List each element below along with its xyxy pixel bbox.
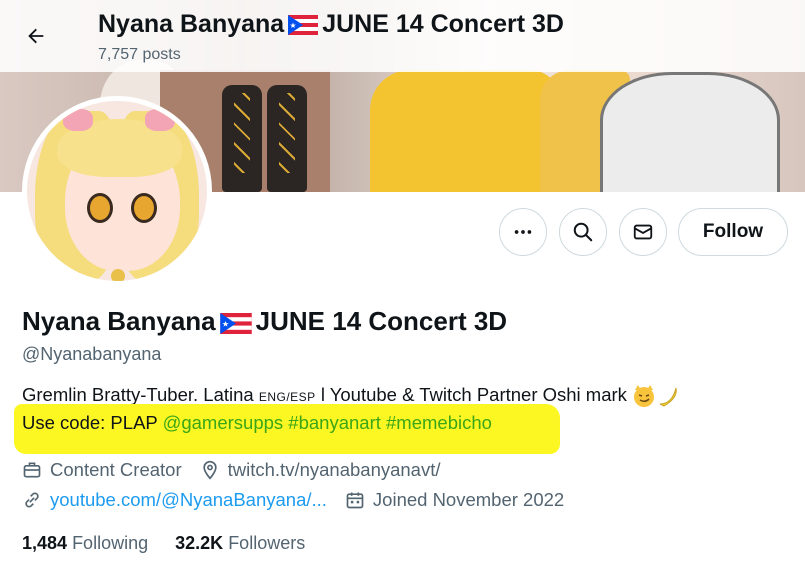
category-item: Content Creator (22, 459, 182, 481)
back-button[interactable] (18, 18, 54, 54)
briefcase-icon (23, 462, 41, 478)
arrow-left-icon (28, 28, 44, 44)
avatar-bow (145, 109, 175, 131)
profile-name: Nyana Banyana JUNE 14 Concert 3D (22, 306, 507, 337)
mention-link[interactable]: @gamersupps (163, 412, 284, 433)
bio-text: Gremlin Bratty-Tuber. Latina (22, 384, 259, 405)
location-label: twitch.tv/nyanabanyanavt/ (227, 459, 441, 480)
profile-handle: @Nyanabanyana (22, 344, 162, 364)
following-label: Following (72, 533, 149, 553)
banana-emoji-icon (659, 387, 677, 407)
avatar-bow (63, 109, 93, 131)
following-stat[interactable]: 1,484 Following (22, 533, 148, 553)
more-horizontal-icon (514, 230, 532, 234)
followers-count: 32.2K (175, 533, 224, 553)
banner-hoodie (370, 70, 560, 192)
bio-text: l Youtube & Twitch Partner Oshi mark (315, 384, 633, 405)
post-count: 7,757 posts (98, 46, 181, 63)
category-label: Content Creator (50, 459, 182, 480)
mail-icon (633, 224, 653, 240)
search-icon (573, 222, 593, 242)
joined-item: Joined November 2022 (345, 489, 564, 511)
calendar-icon (346, 492, 364, 509)
banner-boot (222, 85, 262, 192)
header-title-event: JUNE 14 Concert 3D (322, 10, 564, 38)
banner-cat-plush (600, 72, 780, 192)
joined-label: Joined November 2022 (372, 489, 565, 510)
header-title: Nyana Banyana JUNE 14 Concert 3D (98, 10, 564, 39)
avatar-eye (87, 193, 113, 223)
bio-language-tag: ENG/ESP (258, 390, 316, 404)
search-profile-button[interactable] (559, 208, 607, 256)
location-pin-icon (202, 460, 217, 480)
more-button[interactable] (499, 208, 547, 256)
follow-stats: 1,484 Following 32.2K Followers (22, 533, 327, 554)
header-title-name: Nyana Banyana (98, 10, 285, 38)
profile-meta-row: Content Creator twitch.tv/nyanabanyanavt… (22, 459, 459, 481)
profile-name-text: Nyana Banyana (22, 306, 216, 336)
message-button[interactable] (619, 208, 667, 256)
bio-code-text: Use code: PLAP (22, 412, 163, 433)
website-link[interactable]: youtube.com/@NyanaBanyana/... (50, 489, 327, 511)
hashtag-link[interactable]: #memebicho (386, 412, 492, 433)
location-item: twitch.tv/nyanabanyanavt/ (200, 459, 441, 481)
following-count: 1,484 (22, 533, 68, 553)
profile-name-event: JUNE 14 Concert 3D (255, 306, 508, 336)
smirk-cat-emoji-icon (634, 385, 655, 408)
website-item[interactable]: youtube.com/@NyanaBanyana/... (22, 489, 327, 511)
follow-button[interactable]: Follow (678, 208, 788, 256)
avatar-eye (131, 193, 157, 223)
followers-stat[interactable]: 32.2K Followers (175, 533, 305, 553)
followers-label: Followers (228, 533, 306, 553)
profile-meta-row: youtube.com/@NyanaBanyana/... Joined Nov… (22, 489, 582, 511)
avatar-bell (111, 269, 125, 281)
profile-header: Nyana Banyana JUNE 14 Concert 3D 7,757 p… (0, 0, 805, 72)
puerto-rico-flag-icon (219, 312, 252, 334)
link-icon (25, 492, 39, 508)
bio-line-2: Use code: PLAP @gamersupps #banyanart #m… (22, 412, 492, 434)
avatar[interactable] (22, 96, 212, 286)
hashtag-link[interactable]: #banyanart (288, 412, 381, 433)
banner-boot (267, 85, 307, 192)
puerto-rico-flag-icon (288, 15, 319, 36)
